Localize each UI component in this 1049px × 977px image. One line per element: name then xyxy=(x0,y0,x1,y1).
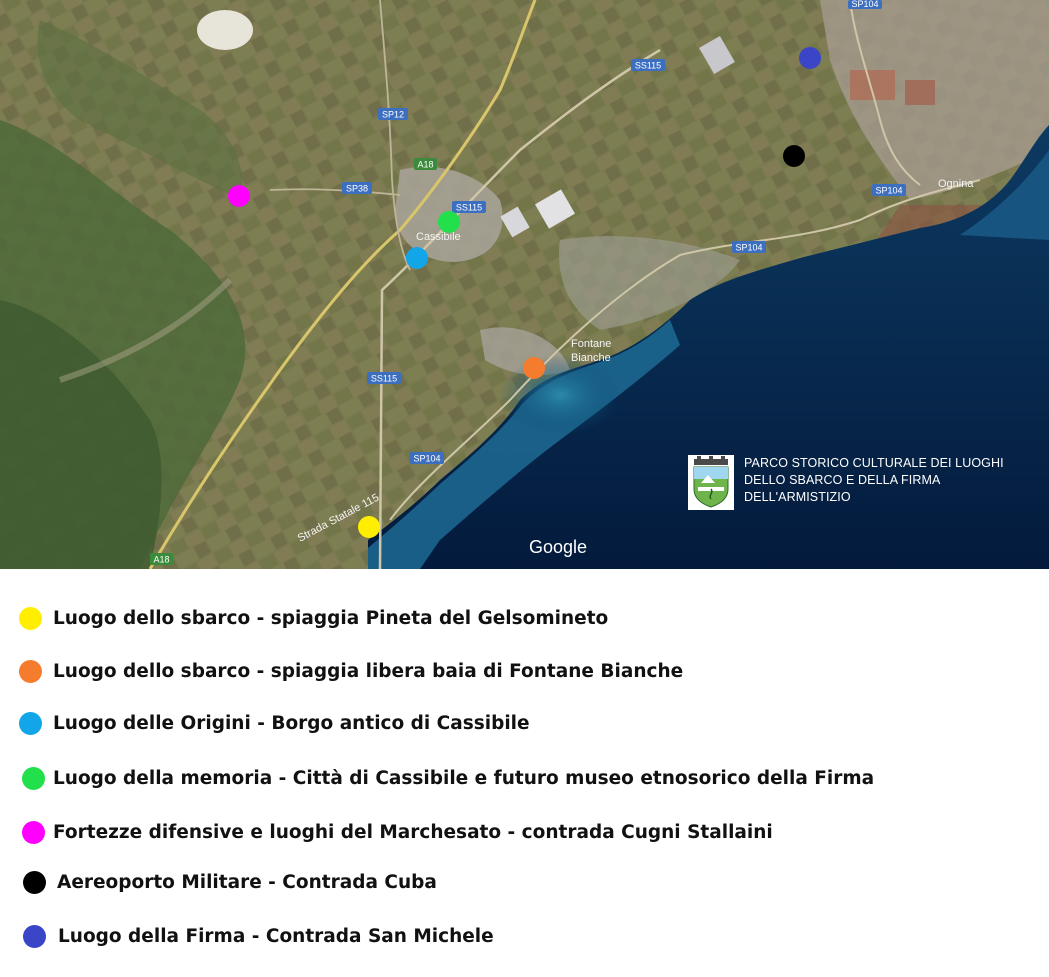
road-label-sp104-b: SP104 xyxy=(732,241,766,253)
yellow-marker[interactable] xyxy=(358,516,380,538)
legend-item-origini-cassibile: Luogo delle Origini - Borgo antico di Ca… xyxy=(19,710,530,736)
svg-text:SP104: SP104 xyxy=(413,454,440,464)
road-label-sp12: SP12 xyxy=(378,108,408,120)
legend-item-firma-san-michele: Luogo della Firma - Contrada San Michele xyxy=(23,923,494,949)
legend-label: Luogo della Firma - Contrada San Michele xyxy=(58,925,494,947)
place-label-fontane: Fontane xyxy=(571,338,611,350)
indigo-dot-icon xyxy=(23,924,46,948)
place-label-bianche: Bianche xyxy=(571,352,611,364)
legend-label: Aereoporto Militare - Contrada Cuba xyxy=(57,871,437,893)
orange-dot-icon xyxy=(19,659,42,683)
legend-label: Luogo dello sbarco - spiaggia Pineta del… xyxy=(53,607,609,629)
magenta-dot-icon xyxy=(22,820,45,844)
legend-item-sbarco-fontane-bianche: Luogo dello sbarco - spiaggia libera bai… xyxy=(19,658,683,684)
legend-label: Luogo delle Origini - Borgo antico di Ca… xyxy=(53,712,530,734)
road-label-a18-bottom: A18 xyxy=(150,553,173,565)
black-dot-icon xyxy=(23,870,46,894)
legend-item-sbarco-gelsomineto: Luogo dello sbarco - spiaggia Pineta del… xyxy=(19,605,608,631)
svg-text:SP104: SP104 xyxy=(851,0,878,9)
place-label-cassibile: Cassibile xyxy=(416,231,461,243)
road-label-sp104-a: SP104 xyxy=(872,184,906,196)
park-title: PARCO STORICO CULTURALE DEI LUOGHI DELLO… xyxy=(744,456,1004,504)
svg-text:SP12: SP12 xyxy=(382,110,404,120)
svg-text:SP38: SP38 xyxy=(346,184,368,194)
svg-text:A18: A18 xyxy=(153,555,169,565)
svg-text:SP104: SP104 xyxy=(735,243,762,253)
svg-text:SS115: SS115 xyxy=(371,374,397,384)
black-marker[interactable] xyxy=(783,145,805,167)
road-label-ss115-b: SS115 xyxy=(452,201,486,213)
svg-text:SS115: SS115 xyxy=(635,61,661,71)
road-label-sp104-top: SP104 xyxy=(848,0,882,9)
legend-item-fortezze-marchesato: Fortezze difensive e luoghi del Marchesa… xyxy=(22,819,773,845)
satellite-map[interactable]: SP12 A18 SP38 SS115 SS115 SS115 SP104 SP… xyxy=(0,0,1049,569)
green-dot-icon xyxy=(22,766,45,790)
legend-item-memoria-cassibile: Luogo della memoria - Città di Cassibile… xyxy=(22,765,874,791)
orange-marker[interactable] xyxy=(523,357,545,379)
park-crest-logo xyxy=(688,455,734,510)
svg-text:A18: A18 xyxy=(417,160,433,170)
road-label-ss115-c: SS115 xyxy=(367,372,401,384)
green-marker[interactable] xyxy=(438,211,460,233)
blue-marker[interactable] xyxy=(406,247,428,269)
legend-label: Luogo della memoria - Città di Cassibile… xyxy=(53,767,875,789)
yellow-dot-icon xyxy=(19,606,42,630)
legend-label: Fortezze difensive e luoghi del Marchesa… xyxy=(53,821,773,843)
legend-item-aereoporto-cuba: Aereoporto Militare - Contrada Cuba xyxy=(23,869,437,895)
road-label-a18-top: A18 xyxy=(414,158,437,170)
place-label-ognina: Ognina xyxy=(938,178,974,190)
legend: Luogo dello sbarco - spiaggia Pineta del… xyxy=(0,569,1049,977)
road-label-ss115-a: SS115 xyxy=(631,59,665,71)
road-label-sp38: SP38 xyxy=(342,182,372,194)
google-logo: Google xyxy=(529,537,587,557)
svg-text:SP104: SP104 xyxy=(875,186,902,196)
legend-label: Luogo dello sbarco - spiaggia libera bai… xyxy=(53,660,684,682)
magenta-marker[interactable] xyxy=(228,185,250,207)
svg-text:SS115: SS115 xyxy=(456,203,482,213)
road-label-sp104-c: SP104 xyxy=(410,452,444,464)
blue-dot-icon xyxy=(19,711,42,735)
indigo-marker[interactable] xyxy=(799,47,821,69)
